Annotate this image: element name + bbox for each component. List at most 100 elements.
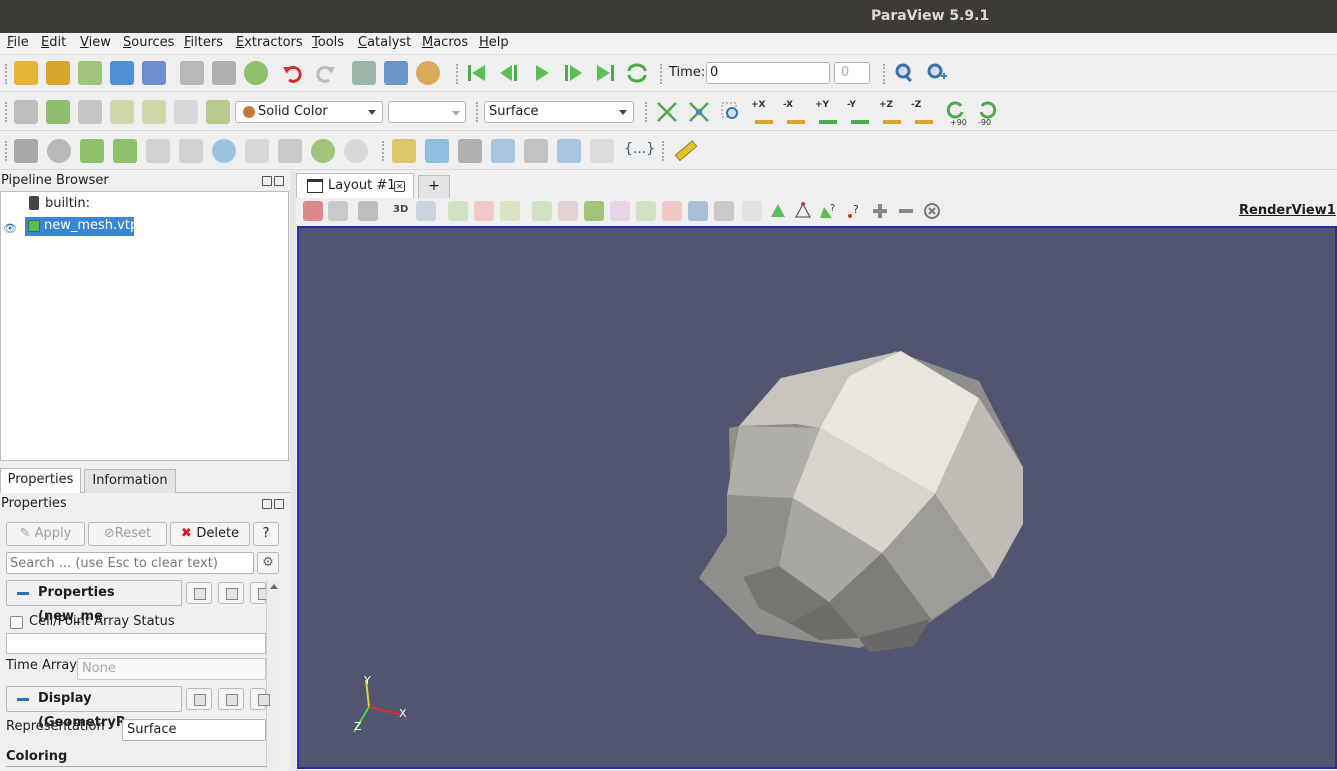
toggle-3d-button[interactable]: 3D (393, 204, 408, 215)
ruler-icon[interactable] (673, 139, 697, 163)
recent-files-icon[interactable] (46, 61, 70, 85)
plot-selection-icon[interactable] (524, 139, 548, 163)
split-horizontal-icon[interactable] (303, 201, 323, 221)
render-view[interactable]: Y X Z (297, 226, 1337, 769)
last-frame-icon[interactable] (593, 61, 617, 85)
stream-tracer-icon[interactable] (245, 139, 269, 163)
color-by-dropdown[interactable]: Solid Color (235, 101, 383, 123)
copy-properties-button[interactable] (186, 582, 212, 604)
close-tab-icon[interactable]: ✕ (394, 181, 405, 192)
tooltip-points-icon[interactable]: ? (844, 201, 864, 221)
toolbar-grip[interactable] (382, 141, 386, 161)
eye-icon[interactable]: 👁 (3, 222, 17, 235)
toolbar-grip[interactable] (883, 64, 887, 84)
calculator-icon[interactable] (14, 139, 38, 163)
zoom-in-selection-icon[interactable] (870, 201, 890, 221)
probe-location-icon[interactable] (392, 139, 416, 163)
menu-extractors[interactable]: Extractors (236, 35, 303, 50)
time-array-dropdown[interactable]: None (77, 658, 266, 680)
tab-layout-1[interactable]: Layout #1 ✕ (296, 173, 414, 198)
group-datasets-icon[interactable] (311, 139, 335, 163)
paste-display-button[interactable] (218, 688, 244, 710)
plot-over-line-icon[interactable] (425, 139, 449, 163)
render-view-name[interactable]: RenderView1 (1239, 203, 1336, 218)
toolbar-grip[interactable] (5, 64, 9, 84)
toolbar-grip[interactable] (456, 64, 460, 84)
pipeline-item-builtin[interactable]: builtin: (45, 196, 90, 211)
undo-icon[interactable] (281, 61, 305, 85)
rescale-temporal-icon[interactable] (142, 100, 166, 124)
hover-cells-info-icon[interactable]: ? (818, 201, 838, 221)
view-minus-y-button[interactable]: -Y (847, 100, 871, 110)
apply-button[interactable]: ✎ Apply (6, 522, 85, 546)
select-points-frustum-icon[interactable] (610, 201, 630, 221)
menu-help[interactable]: Help (479, 35, 509, 50)
rescale-visible-icon[interactable] (174, 100, 198, 124)
first-frame-icon[interactable] (465, 61, 489, 85)
hover-points-info-icon[interactable] (793, 201, 813, 221)
reset-camera-closest-icon[interactable] (687, 100, 711, 124)
close-icon[interactable] (274, 499, 284, 509)
properties-scrollbar[interactable] (266, 580, 280, 769)
view-plus-y-button[interactable]: +Y (815, 100, 839, 110)
rescale-custom-icon[interactable] (110, 100, 134, 124)
clear-selection-icon[interactable] (922, 201, 942, 221)
view-plus-x-button[interactable]: +X (751, 100, 775, 110)
select-cells-frustum-icon[interactable] (584, 201, 604, 221)
select-polygon-points-icon[interactable] (662, 201, 682, 221)
select-block-icon[interactable] (688, 201, 708, 221)
gear-icon[interactable]: ⚙ (257, 552, 279, 574)
auto-apply-icon[interactable] (244, 61, 268, 85)
open-file-icon[interactable] (14, 61, 38, 85)
python-script-button[interactable]: {...} (624, 141, 655, 157)
scroll-up-icon[interactable] (270, 584, 278, 589)
help-button[interactable]: ? (253, 522, 279, 546)
reset-button[interactable]: ⊘Reset (88, 522, 167, 546)
restore-defaults-button[interactable] (250, 582, 270, 604)
split-vertical-icon[interactable] (328, 201, 348, 221)
cell-point-array-checkbox[interactable] (10, 616, 23, 629)
menu-tools[interactable]: Tools (312, 35, 344, 50)
python-calculator-icon[interactable] (590, 139, 614, 163)
toolbar-grip[interactable] (660, 64, 664, 84)
interaction-mode-icon[interactable] (416, 201, 436, 221)
warp-by-vector-icon[interactable] (278, 139, 302, 163)
toolbar-grip[interactable] (5, 102, 9, 122)
grow-selection-icon[interactable] (500, 201, 520, 221)
select-cells-on-icon[interactable] (532, 201, 552, 221)
reset-session-icon[interactable] (352, 61, 376, 85)
camera-undo-icon[interactable] (384, 61, 408, 85)
tab-properties[interactable]: Properties (0, 468, 81, 493)
edit-color-map-icon[interactable] (46, 100, 70, 124)
add-layout-button[interactable]: + (418, 175, 450, 198)
connect-icon[interactable] (110, 61, 134, 85)
save-state-icon[interactable] (180, 61, 204, 85)
restore-display-button[interactable] (250, 688, 270, 710)
panel-float-close-buttons[interactable] (262, 498, 286, 510)
representation-field[interactable]: Surface (122, 719, 266, 741)
hover-points-icon[interactable] (742, 201, 762, 221)
extract-level-icon[interactable] (344, 139, 368, 163)
zoom-out-selection-icon[interactable] (896, 201, 916, 221)
time-step-spinner[interactable]: 0 (834, 62, 870, 84)
toolbar-grip[interactable] (476, 102, 480, 122)
select-points-on-icon[interactable] (558, 201, 578, 221)
menu-view[interactable]: View (80, 35, 111, 50)
plot-data-icon[interactable] (491, 139, 515, 163)
contour-icon[interactable] (47, 139, 71, 163)
previous-frame-icon[interactable] (497, 61, 521, 85)
extract-subset-icon[interactable] (179, 139, 203, 163)
play-icon[interactable] (530, 61, 554, 85)
slice-icon[interactable] (113, 139, 137, 163)
float-icon[interactable] (262, 499, 272, 509)
tab-information[interactable]: Information (84, 469, 176, 493)
toolbar-grip[interactable] (645, 102, 649, 122)
paste-properties-button[interactable] (218, 582, 244, 604)
select-polygon-icon[interactable] (636, 201, 656, 221)
save-data-icon[interactable] (78, 61, 102, 85)
load-state-icon[interactable] (212, 61, 236, 85)
redo-icon[interactable] (313, 61, 337, 85)
deselect-icon[interactable] (474, 201, 494, 221)
copy-display-button[interactable] (186, 688, 212, 710)
next-frame-icon[interactable] (561, 61, 585, 85)
